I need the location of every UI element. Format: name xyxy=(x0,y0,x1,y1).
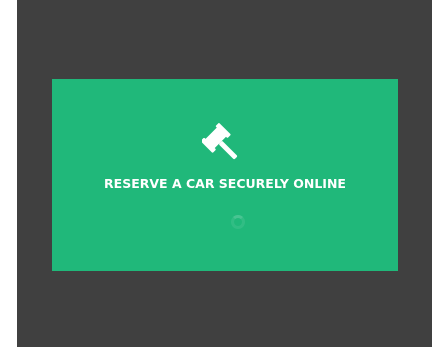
video-frame: RESERVE A CAR SECURELY ONLINE xyxy=(17,0,432,347)
promo-banner: RESERVE A CAR SECURELY ONLINE xyxy=(52,79,398,271)
gavel-icon xyxy=(202,123,238,160)
banner-headline: RESERVE A CAR SECURELY ONLINE xyxy=(104,176,346,191)
loading-spinner xyxy=(231,215,245,229)
